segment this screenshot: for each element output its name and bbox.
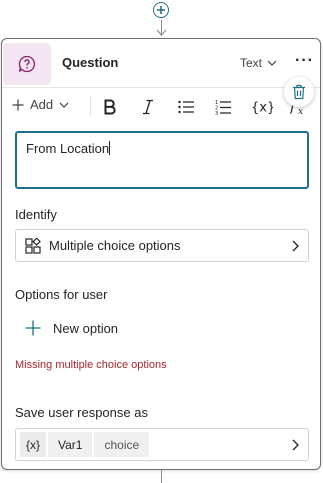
chevron-right-icon <box>292 240 299 252</box>
svg-text:{x}: {x} <box>251 101 273 116</box>
numbered-list-button[interactable]: 1 2 3 <box>215 97 232 117</box>
chevron-down-icon <box>267 60 277 66</box>
card-header: Question Text ··· <box>2 39 320 88</box>
variable-tag: {x} Var1 choice <box>20 432 150 457</box>
delete-button[interactable] <box>284 77 314 107</box>
plus-icon <box>12 99 24 110</box>
question-icon <box>3 43 51 85</box>
more-options-button[interactable]: ··· <box>295 52 314 70</box>
node-title: Question <box>62 55 119 70</box>
question-text-value: From Location <box>26 141 110 156</box>
toolbar-divider <box>90 96 91 116</box>
new-option-label: New option <box>53 320 119 336</box>
formatting-toolbar: Add 1 2 3 {x} f x <box>2 88 320 124</box>
variable-icon: {x} <box>20 432 47 457</box>
chevron-right-icon <box>292 439 299 451</box>
italic-icon <box>143 99 153 115</box>
connector-line-bottom <box>161 470 162 483</box>
bullet-list-icon <box>178 100 194 114</box>
variable-type: choice <box>94 432 150 457</box>
add-label: Add <box>30 97 54 112</box>
add-node-button[interactable] <box>150 0 172 20</box>
message-type-dropdown[interactable]: Text <box>240 56 277 70</box>
insert-variable-button[interactable]: {x} <box>251 97 273 117</box>
svg-text:3: 3 <box>215 111 218 115</box>
save-response-label: Save user response as <box>15 405 148 420</box>
message-type-value: Text <box>240 56 263 70</box>
add-dropdown-button[interactable]: Add <box>12 97 69 112</box>
options-label: Options for user <box>15 287 108 302</box>
plus-icon <box>153 2 169 18</box>
variable-icon: {x} <box>251 101 273 116</box>
choice-options-icon <box>25 237 41 254</box>
question-text-input[interactable]: From Location <box>15 131 309 189</box>
arrow-down-icon <box>156 29 167 36</box>
identify-value: Multiple choice options <box>49 238 181 253</box>
svg-text:x: x <box>298 107 303 115</box>
bold-icon <box>104 99 116 115</box>
bold-button[interactable] <box>103 97 117 117</box>
more-icon: ··· <box>295 52 314 69</box>
question-node-card: Question Text ··· Add 1 2 3 {x} f x From… <box>1 38 321 470</box>
variable-name: Var1 <box>48 432 93 457</box>
new-option-button[interactable]: New option <box>25 320 118 336</box>
numbered-list-icon: 1 2 3 <box>215 100 231 115</box>
identify-label: Identify <box>15 207 57 222</box>
chevron-down-icon <box>59 102 69 108</box>
options-error-message: Missing multiple choice options <box>15 359 167 371</box>
bullet-list-button[interactable] <box>178 97 195 117</box>
trash-icon <box>293 84 305 100</box>
save-variable-selector[interactable]: {x} Var1 choice <box>15 428 309 461</box>
italic-button[interactable] <box>141 97 155 117</box>
text-caret <box>109 141 111 155</box>
plus-icon <box>25 320 41 336</box>
identify-selector[interactable]: Multiple choice options <box>15 229 309 262</box>
